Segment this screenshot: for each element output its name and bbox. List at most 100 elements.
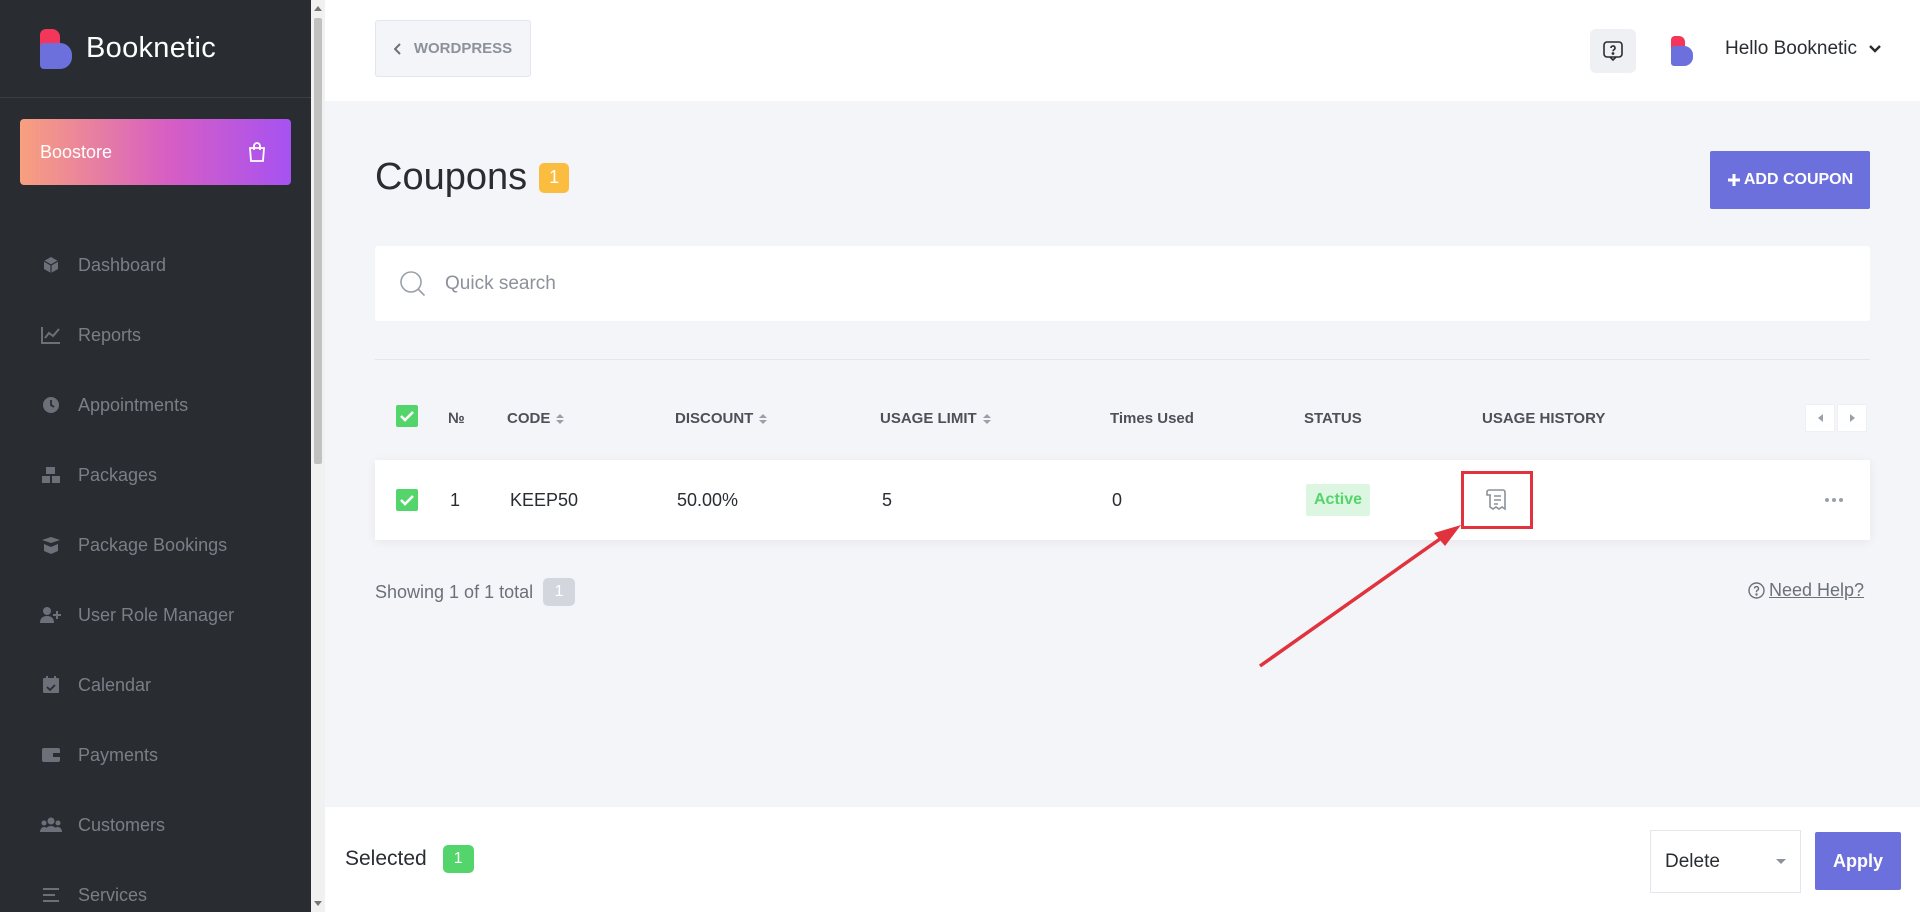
column-header-discount[interactable]: DISCOUNT <box>675 410 768 427</box>
caret-down-icon <box>1776 859 1786 864</box>
sidebar-item-customers[interactable]: Customers <box>0 790 311 860</box>
sidebar-item-calendar[interactable]: Calendar <box>0 650 311 720</box>
plus-icon <box>1727 174 1740 186</box>
user-avatar[interactable] <box>1671 36 1695 66</box>
shopping-bag-icon <box>249 142 265 162</box>
top-header: WORDPRESS Hello Booknetic <box>325 0 1920 101</box>
scroll-right-button[interactable] <box>1837 404 1867 432</box>
cube-icon <box>40 254 62 276</box>
coupon-count-badge: 1 <box>539 162 570 193</box>
scrollbar-thumb[interactable] <box>314 18 322 464</box>
column-header-status: STATUS <box>1304 410 1362 427</box>
users-icon <box>40 814 62 836</box>
question-circle-icon <box>1748 582 1765 599</box>
scroll-left-button[interactable] <box>1805 404 1835 432</box>
apply-button[interactable]: Apply <box>1815 832 1901 890</box>
brand[interactable]: Booknetic <box>0 0 311 98</box>
column-header-status-label: STATUS <box>1304 410 1362 427</box>
column-header-code[interactable]: CODE <box>507 410 565 427</box>
caret-right-icon <box>1849 414 1855 422</box>
column-header-times-used-label: Times Used <box>1110 410 1194 427</box>
sidebar-item-label: Packages <box>78 464 158 485</box>
sidebar-item-label: Calendar <box>78 674 152 695</box>
cell-actions <box>1825 460 1843 540</box>
chevron-left-icon <box>393 42 401 55</box>
page-title-text: Coupons <box>375 156 528 198</box>
row-checkbox-cell <box>396 460 418 540</box>
clock-icon <box>40 394 62 416</box>
boostore-label: Boostore <box>40 141 113 162</box>
boxes-icon <box>40 464 62 486</box>
help-chat-button[interactable] <box>1590 29 1636 73</box>
sidebar: Booknetic Boostore Dashboard Reports App… <box>0 0 311 912</box>
sidebar-item-user-role-manager[interactable]: User Role Manager <box>0 580 311 650</box>
sidebar-item-label: Package Bookings <box>78 534 228 555</box>
box-open-icon <box>40 534 62 556</box>
column-header-no: № <box>448 410 465 427</box>
cell-discount: 50.00% <box>677 489 739 510</box>
total-count-badge: 1 <box>543 578 576 606</box>
sort-icon <box>556 413 565 424</box>
sidebar-item-payments[interactable]: Payments <box>0 720 311 790</box>
sidebar-item-reports[interactable]: Reports <box>0 300 311 370</box>
add-coupon-label: ADD COUPON <box>1743 171 1854 188</box>
sidebar-item-services[interactable]: Services <box>0 860 311 912</box>
brand-name: Booknetic <box>86 32 217 64</box>
sort-icon <box>982 413 991 424</box>
pagination-summary: Showing 1 of 1 total 1 <box>375 578 576 606</box>
column-header-usage-limit[interactable]: USAGE LIMIT <box>880 410 991 427</box>
need-help-link[interactable]: Need Help? <box>1748 580 1864 601</box>
sidebar-item-label: User Role Manager <box>78 604 235 625</box>
search-bar[interactable] <box>375 246 1870 321</box>
back-to-wordpress-label: WORDPRESS <box>413 40 513 57</box>
column-header-no-label: № <box>448 410 465 427</box>
user-menu[interactable]: Hello Booknetic <box>1725 38 1881 60</box>
row-checkbox[interactable] <box>396 489 418 511</box>
sidebar-item-dashboard[interactable]: Dashboard <box>0 230 311 300</box>
check-icon <box>400 410 414 422</box>
bulk-action-value: Delete <box>1665 850 1720 872</box>
sidebar-item-packages[interactable]: Packages <box>0 440 311 510</box>
sidebar-item-package-bookings[interactable]: Package Bookings <box>0 510 311 580</box>
sidebar-item-appointments[interactable]: Appointments <box>0 370 311 440</box>
selected-label: Selected <box>345 847 427 870</box>
caret-left-icon <box>1817 414 1823 422</box>
list-icon <box>40 884 62 906</box>
sidebar-scrollbar[interactable] <box>311 0 325 912</box>
sort-icon <box>759 413 768 424</box>
user-greeting: Hello Booknetic <box>1725 38 1858 59</box>
cell-no: 1 <box>450 489 461 510</box>
boostore-button[interactable]: Boostore <box>20 119 291 185</box>
column-header-usage-history: USAGE HISTORY <box>1482 410 1605 427</box>
cell-code: KEEP50 <box>510 489 579 510</box>
page-title: Coupons 1 <box>375 156 570 199</box>
cell-usage-limit: 5 <box>882 489 893 510</box>
need-help-label: Need Help? <box>1769 580 1865 600</box>
search-icon <box>400 270 426 296</box>
column-header-usage-limit-label: USAGE LIMIT <box>880 410 977 427</box>
cell-status: Active <box>1306 460 1371 540</box>
select-all-checkbox[interactable] <box>396 405 418 427</box>
scroll-down-icon[interactable] <box>314 901 322 906</box>
more-options-icon[interactable] <box>1825 498 1843 502</box>
sidebar-item-label: Customers <box>78 814 166 835</box>
table-column-pager <box>1805 404 1867 432</box>
table-row[interactable]: 1 KEEP50 50.00% 5 0 Active <box>375 460 1870 540</box>
calendar-check-icon <box>40 674 62 696</box>
search-input[interactable] <box>445 272 1745 295</box>
selected-summary: Selected 1 <box>345 845 474 873</box>
sidebar-item-label: Appointments <box>78 394 189 415</box>
user-plus-icon <box>40 604 62 626</box>
showing-text: Showing 1 of 1 total <box>375 581 534 602</box>
booknetic-logo-icon <box>40 28 72 69</box>
scroll-up-icon[interactable] <box>314 6 322 11</box>
back-to-wordpress-button[interactable]: WORDPRESS <box>375 20 531 77</box>
bulk-action-select[interactable]: Delete <box>1650 830 1801 893</box>
selected-count-badge: 1 <box>442 845 474 873</box>
column-header-code-label: CODE <box>507 410 551 427</box>
column-header-discount-label: DISCOUNT <box>675 410 754 427</box>
sidebar-item-label: Reports <box>78 324 142 345</box>
add-coupon-button[interactable]: ADD COUPON <box>1710 151 1870 209</box>
check-icon <box>400 494 414 506</box>
column-header-usage-history-label: USAGE HISTORY <box>1482 410 1606 427</box>
